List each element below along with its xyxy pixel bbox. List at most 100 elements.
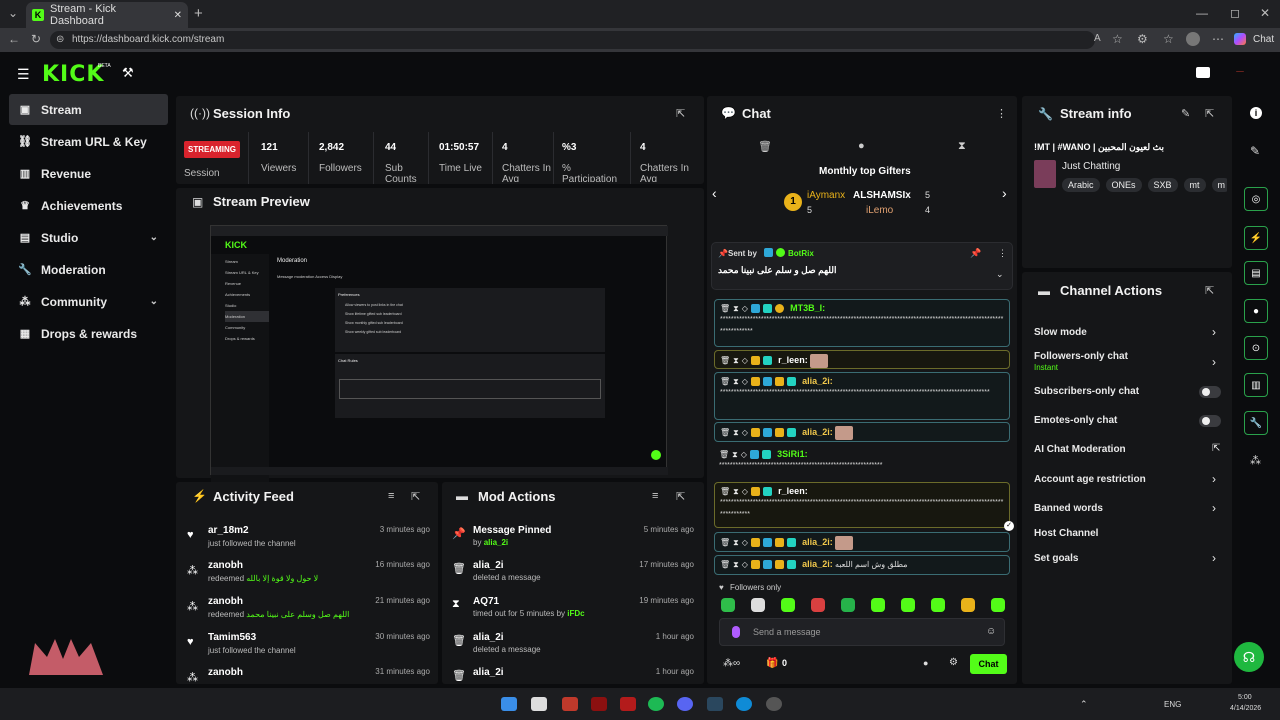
taskview-icon[interactable] bbox=[531, 697, 547, 711]
hourglass-icon[interactable]: ⧗ bbox=[733, 428, 739, 438]
trash-icon[interactable]: 🗑 bbox=[719, 450, 729, 459]
tag-chip[interactable]: m bbox=[1211, 178, 1227, 192]
maximize-icon[interactable]: ◻ bbox=[1230, 6, 1240, 20]
sidebar-item-revenue[interactable]: ▥ Revenue bbox=[9, 158, 168, 189]
more-icon[interactable]: ⋯ bbox=[1212, 32, 1224, 46]
hourglass-icon[interactable]: ⧗ bbox=[733, 560, 739, 570]
emoji-icon[interactable]: ☺ bbox=[986, 626, 996, 637]
favorite-star-icon[interactable]: ☆ bbox=[1112, 32, 1123, 46]
sidebar-item-community[interactable]: ⁂ Community ⌄ bbox=[9, 286, 168, 317]
emote-icon[interactable] bbox=[721, 598, 735, 612]
emote-icon[interactable] bbox=[931, 598, 945, 612]
trash-icon[interactable]: 🗑 bbox=[720, 356, 730, 365]
language-indicator[interactable]: ENG bbox=[1164, 700, 1181, 709]
broadcast-icon[interactable]: ⊙ bbox=[1244, 336, 1268, 360]
app-icon[interactable] bbox=[562, 697, 578, 711]
chat-bubble-icon[interactable]: ● bbox=[923, 658, 928, 668]
emote-icon[interactable] bbox=[781, 598, 795, 612]
chat-message[interactable]: 🗑 ⧗ ◇ MT3B_I: ****************************… bbox=[714, 299, 1010, 347]
kick-logo[interactable]: KICK bbox=[42, 62, 104, 87]
chevron-right-icon[interactable]: › bbox=[1212, 472, 1216, 486]
more-vertical-icon[interactable]: ⋮ bbox=[996, 107, 1007, 120]
mod-title[interactable]: alia_2i bbox=[473, 560, 504, 571]
hourglass-icon[interactable]: ⧗ bbox=[732, 450, 738, 460]
external-link-icon[interactable]: ⇱ bbox=[1212, 443, 1220, 454]
emote-icon[interactable] bbox=[901, 598, 915, 612]
sidebar-item-achievements[interactable]: ♛ Achievements bbox=[9, 190, 168, 221]
chevron-down-icon[interactable]: ⌄ bbox=[150, 232, 158, 243]
trash-icon[interactable]: 🗑 bbox=[720, 487, 730, 496]
chat-message[interactable]: 🗑 ⧗ ◇ r_leen: bbox=[714, 350, 1010, 369]
chat-message[interactable]: 🗑 ⧗ ◇ 3SiRi1: ****************************… bbox=[714, 446, 1010, 480]
spotify-icon[interactable] bbox=[648, 697, 664, 711]
trash-icon[interactable]: 🗑 bbox=[720, 377, 730, 386]
hourglass-icon[interactable]: ⧗ bbox=[733, 487, 739, 497]
mod-user[interactable]: alia_2i bbox=[484, 538, 508, 547]
emote-icon[interactable] bbox=[751, 598, 765, 612]
chevron-left-icon[interactable]: ‹ bbox=[712, 185, 717, 201]
pinned-user[interactable]: BotRix bbox=[788, 249, 814, 258]
chat-username[interactable]: alia_2i: bbox=[802, 559, 833, 569]
chat-username[interactable]: alia_2i: bbox=[802, 537, 833, 547]
hourglass-icon[interactable]: ⧗ bbox=[958, 140, 966, 153]
hammer-icon[interactable]: ⚒ bbox=[122, 65, 134, 81]
host-channel-item[interactable]: Host Channel bbox=[1034, 528, 1098, 539]
chat-username[interactable]: 3SiRi1: bbox=[777, 449, 808, 459]
chevron-down-icon[interactable]: ⌄ bbox=[996, 269, 1004, 280]
clock-date[interactable]: 4/14/2026 bbox=[1230, 705, 1261, 712]
mod-user[interactable]: iFDc bbox=[567, 609, 584, 618]
chat-username[interactable]: alia_2i: bbox=[802, 427, 833, 437]
tag-chip[interactable]: Arabic bbox=[1062, 178, 1100, 192]
hourglass-icon[interactable]: ⧗ bbox=[733, 538, 739, 548]
extensions-icon[interactable]: ⚙ bbox=[1137, 32, 1148, 46]
pencil-icon[interactable]: ✎ bbox=[1181, 107, 1190, 120]
tab-list-icon[interactable]: ⌄ bbox=[8, 6, 18, 20]
emote-icon[interactable] bbox=[991, 598, 1005, 612]
hourglass-icon[interactable]: ⧗ bbox=[733, 304, 739, 314]
pinned-message[interactable]: 📌 Sent by BotRix اللهم صل و سلم على نبين… bbox=[711, 242, 1013, 290]
mod-title[interactable]: alia_2i bbox=[473, 632, 504, 643]
chevron-right-icon[interactable]: › bbox=[1212, 551, 1216, 565]
filter-icon[interactable]: ≡ bbox=[388, 490, 394, 502]
sidebar-item-drops-rewards[interactable]: ▦ Drops & rewards bbox=[9, 318, 168, 349]
url-field[interactable]: https://dashboard.kick.com/stream bbox=[50, 31, 1095, 49]
feed-user[interactable]: ar_18m2 bbox=[208, 525, 249, 536]
feed-user[interactable]: Tamim563 bbox=[208, 632, 256, 643]
account-age-item[interactable]: Account age restriction bbox=[1034, 474, 1146, 485]
chat-username[interactable]: alia_2i: bbox=[802, 376, 833, 386]
popout-icon[interactable]: ⇱ bbox=[411, 490, 420, 503]
favorites-icon[interactable]: ☆ bbox=[1163, 32, 1174, 46]
category-name[interactable]: Just Chatting bbox=[1062, 161, 1120, 172]
gift-icon[interactable]: 🎁 bbox=[766, 658, 778, 669]
close-window-icon[interactable]: ✕ bbox=[1260, 6, 1270, 20]
tag-chip[interactable]: SXB bbox=[1147, 178, 1178, 192]
app-icon[interactable] bbox=[591, 697, 607, 711]
stream-preview-video[interactable]: KICK Stream Stream URL & Key Revenue Ach… bbox=[210, 225, 668, 494]
banned-words-item[interactable]: Banned words bbox=[1034, 503, 1103, 514]
send-chat-button[interactable]: Chat bbox=[970, 654, 1007, 674]
browser-tab[interactable]: K Stream - Kick Dashboard ✕ bbox=[26, 2, 188, 28]
hourglass-icon[interactable]: ⧗ bbox=[733, 356, 739, 366]
chevron-right-icon[interactable]: › bbox=[1212, 325, 1216, 339]
trash-icon[interactable]: 🗑 bbox=[720, 304, 730, 313]
read-aloud-icon[interactable]: A bbox=[1094, 33, 1101, 44]
chat-username[interactable]: r_leen: bbox=[778, 355, 808, 365]
popout-icon[interactable]: ⇱ bbox=[676, 107, 685, 120]
chat-message[interactable]: 🗑 ⧗ ◇ alia_2i: bbox=[714, 422, 1010, 442]
sidebar-item-stream[interactable]: ▣ Stream bbox=[9, 94, 168, 125]
trash-icon[interactable]: 🗑 bbox=[758, 140, 772, 153]
steam-icon[interactable] bbox=[707, 697, 723, 711]
feed-user[interactable]: zanobh bbox=[208, 667, 243, 678]
layout-icon[interactable]: ▥ bbox=[1244, 373, 1268, 397]
emote-icon[interactable] bbox=[871, 598, 885, 612]
gifter-name[interactable]: iLemo bbox=[866, 205, 893, 216]
mod-title[interactable]: alia_2i bbox=[473, 667, 504, 678]
tag-chip[interactable]: mt bbox=[1183, 178, 1206, 192]
chevron-right-icon[interactable]: › bbox=[1212, 501, 1216, 515]
chat-message[interactable]: 🗑 ⧗ ◇ alia_2i: ***************************… bbox=[714, 372, 1010, 420]
feed-user[interactable]: zanobh bbox=[208, 596, 243, 607]
tag-chip[interactable]: ONEs bbox=[1105, 178, 1142, 192]
minimize-icon[interactable]: — bbox=[1196, 6, 1208, 20]
copilot-icon[interactable] bbox=[1234, 33, 1246, 45]
popout-icon[interactable]: ⇱ bbox=[1205, 284, 1214, 297]
